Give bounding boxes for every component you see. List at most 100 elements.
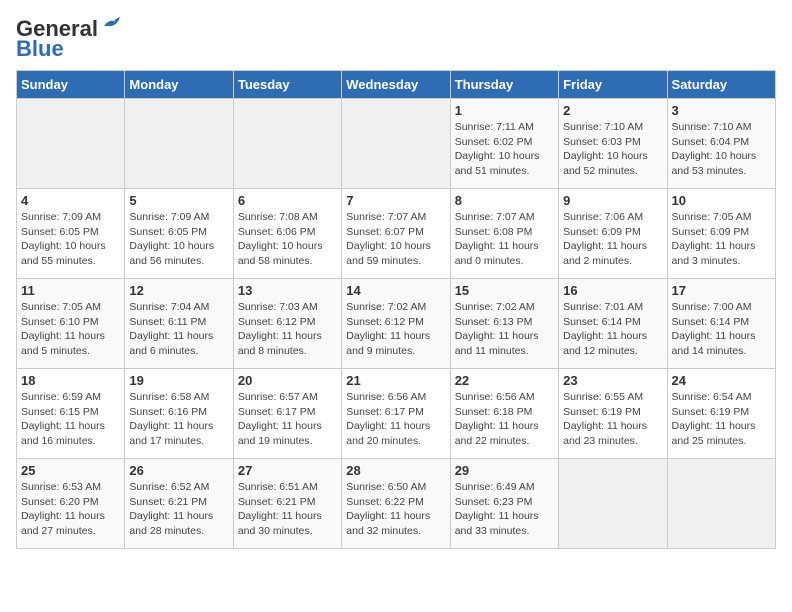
day-number: 13 xyxy=(238,283,337,298)
day-of-week-header: Wednesday xyxy=(342,71,450,99)
calendar-cell: 12 Sunrise: 7:04 AM Sunset: 6:11 PM Dayli… xyxy=(125,279,233,369)
day-info: Sunrise: 7:10 AM Sunset: 6:04 PM Dayligh… xyxy=(672,120,771,179)
day-info: Sunrise: 6:53 AM Sunset: 6:20 PM Dayligh… xyxy=(21,480,120,539)
calendar-cell xyxy=(559,459,667,549)
day-number: 16 xyxy=(563,283,662,298)
day-number: 7 xyxy=(346,193,445,208)
calendar-cell: 4 Sunrise: 7:09 AM Sunset: 6:05 PM Daylig… xyxy=(17,189,125,279)
header: General Blue xyxy=(16,16,776,62)
day-number: 9 xyxy=(563,193,662,208)
calendar-cell: 6 Sunrise: 7:08 AM Sunset: 6:06 PM Daylig… xyxy=(233,189,341,279)
day-number: 4 xyxy=(21,193,120,208)
day-number: 22 xyxy=(455,373,554,388)
calendar-cell: 14 Sunrise: 7:02 AM Sunset: 6:12 PM Dayli… xyxy=(342,279,450,369)
calendar-cell: 17 Sunrise: 7:00 AM Sunset: 6:14 PM Dayli… xyxy=(667,279,775,369)
calendar-cell: 18 Sunrise: 6:59 AM Sunset: 6:15 PM Dayli… xyxy=(17,369,125,459)
calendar-cell xyxy=(342,99,450,189)
day-of-week-header: Sunday xyxy=(17,71,125,99)
day-number: 3 xyxy=(672,103,771,118)
day-of-week-header: Friday xyxy=(559,71,667,99)
day-info: Sunrise: 6:54 AM Sunset: 6:19 PM Dayligh… xyxy=(672,390,771,449)
day-info: Sunrise: 7:02 AM Sunset: 6:12 PM Dayligh… xyxy=(346,300,445,359)
calendar-cell: 25 Sunrise: 6:53 AM Sunset: 6:20 PM Dayli… xyxy=(17,459,125,549)
day-number: 11 xyxy=(21,283,120,298)
day-info: Sunrise: 6:56 AM Sunset: 6:18 PM Dayligh… xyxy=(455,390,554,449)
day-number: 23 xyxy=(563,373,662,388)
day-info: Sunrise: 7:05 AM Sunset: 6:10 PM Dayligh… xyxy=(21,300,120,359)
day-info: Sunrise: 7:03 AM Sunset: 6:12 PM Dayligh… xyxy=(238,300,337,359)
calendar-cell xyxy=(125,99,233,189)
day-number: 1 xyxy=(455,103,554,118)
calendar-cell xyxy=(17,99,125,189)
day-info: Sunrise: 6:59 AM Sunset: 6:15 PM Dayligh… xyxy=(21,390,120,449)
calendar-cell: 15Sunrise: 7:02 AM Sunset: 6:13 PM Dayli… xyxy=(450,279,558,369)
day-info: Sunrise: 7:06 AM Sunset: 6:09 PM Dayligh… xyxy=(563,210,662,269)
day-info: Sunrise: 7:07 AM Sunset: 6:07 PM Dayligh… xyxy=(346,210,445,269)
day-info: Sunrise: 7:04 AM Sunset: 6:11 PM Dayligh… xyxy=(129,300,228,359)
calendar-cell: 26 Sunrise: 6:52 AM Sunset: 6:21 PM Dayli… xyxy=(125,459,233,549)
day-info: Sunrise: 7:09 AM Sunset: 6:05 PM Dayligh… xyxy=(129,210,228,269)
calendar-cell: 23 Sunrise: 6:55 AM Sunset: 6:19 PM Dayli… xyxy=(559,369,667,459)
day-number: 14 xyxy=(346,283,445,298)
calendar-cell: 8 Sunrise: 7:07 AM Sunset: 6:08 PM Daylig… xyxy=(450,189,558,279)
calendar-cell: 16 Sunrise: 7:01 AM Sunset: 6:14 PM Dayli… xyxy=(559,279,667,369)
day-info: Sunrise: 7:05 AM Sunset: 6:09 PM Dayligh… xyxy=(672,210,771,269)
day-of-week-header: Saturday xyxy=(667,71,775,99)
day-info: Sunrise: 6:49 AM Sunset: 6:23 PM Dayligh… xyxy=(455,480,554,539)
day-of-week-header: Tuesday xyxy=(233,71,341,99)
logo-blue: Blue xyxy=(16,36,64,62)
day-number: 20 xyxy=(238,373,337,388)
calendar-cell: 2 Sunrise: 7:10 AM Sunset: 6:03 PM Daylig… xyxy=(559,99,667,189)
day-info: Sunrise: 7:00 AM Sunset: 6:14 PM Dayligh… xyxy=(672,300,771,359)
day-info: Sunrise: 7:07 AM Sunset: 6:08 PM Dayligh… xyxy=(455,210,554,269)
day-info: Sunrise: 6:50 AM Sunset: 6:22 PM Dayligh… xyxy=(346,480,445,539)
day-number: 18 xyxy=(21,373,120,388)
calendar-cell: 20Sunrise: 6:57 AM Sunset: 6:17 PM Dayli… xyxy=(233,369,341,459)
calendar-cell: 11 Sunrise: 7:05 AM Sunset: 6:10 PM Dayli… xyxy=(17,279,125,369)
calendar-cell: 1 Sunrise: 7:11 AM Sunset: 6:02 PM Daylig… xyxy=(450,99,558,189)
day-number: 21 xyxy=(346,373,445,388)
day-info: Sunrise: 7:01 AM Sunset: 6:14 PM Dayligh… xyxy=(563,300,662,359)
day-number: 12 xyxy=(129,283,228,298)
day-info: Sunrise: 6:51 AM Sunset: 6:21 PM Dayligh… xyxy=(238,480,337,539)
calendar-cell: 29 Sunrise: 6:49 AM Sunset: 6:23 PM Dayli… xyxy=(450,459,558,549)
calendar-cell: 9 Sunrise: 7:06 AM Sunset: 6:09 PM Daylig… xyxy=(559,189,667,279)
logo-bird-icon xyxy=(102,16,124,34)
day-number: 8 xyxy=(455,193,554,208)
day-info: Sunrise: 6:56 AM Sunset: 6:17 PM Dayligh… xyxy=(346,390,445,449)
day-number: 29 xyxy=(455,463,554,478)
calendar-cell: 28 Sunrise: 6:50 AM Sunset: 6:22 PM Dayli… xyxy=(342,459,450,549)
day-info: Sunrise: 7:09 AM Sunset: 6:05 PM Dayligh… xyxy=(21,210,120,269)
calendar-cell: 10Sunrise: 7:05 AM Sunset: 6:09 PM Dayli… xyxy=(667,189,775,279)
day-info: Sunrise: 6:58 AM Sunset: 6:16 PM Dayligh… xyxy=(129,390,228,449)
day-number: 17 xyxy=(672,283,771,298)
day-number: 6 xyxy=(238,193,337,208)
calendar-table: SundayMondayTuesdayWednesdayThursdayFrid… xyxy=(16,70,776,549)
calendar-cell: 3 Sunrise: 7:10 AM Sunset: 6:04 PM Daylig… xyxy=(667,99,775,189)
day-number: 26 xyxy=(129,463,228,478)
calendar-cell: 27 Sunrise: 6:51 AM Sunset: 6:21 PM Dayli… xyxy=(233,459,341,549)
day-info: Sunrise: 7:11 AM Sunset: 6:02 PM Dayligh… xyxy=(455,120,554,179)
day-info: Sunrise: 7:10 AM Sunset: 6:03 PM Dayligh… xyxy=(563,120,662,179)
calendar-cell xyxy=(233,99,341,189)
day-number: 27 xyxy=(238,463,337,478)
calendar-cell xyxy=(667,459,775,549)
day-info: Sunrise: 7:08 AM Sunset: 6:06 PM Dayligh… xyxy=(238,210,337,269)
day-number: 19 xyxy=(129,373,228,388)
calendar-cell: 21 Sunrise: 6:56 AM Sunset: 6:17 PM Dayli… xyxy=(342,369,450,459)
calendar-cell: 19 Sunrise: 6:58 AM Sunset: 6:16 PM Dayli… xyxy=(125,369,233,459)
day-number: 24 xyxy=(672,373,771,388)
day-info: Sunrise: 6:52 AM Sunset: 6:21 PM Dayligh… xyxy=(129,480,228,539)
day-number: 28 xyxy=(346,463,445,478)
day-number: 15 xyxy=(455,283,554,298)
day-info: Sunrise: 6:55 AM Sunset: 6:19 PM Dayligh… xyxy=(563,390,662,449)
calendar-cell: 13 Sunrise: 7:03 AM Sunset: 6:12 PM Dayli… xyxy=(233,279,341,369)
calendar-cell: 22 Sunrise: 6:56 AM Sunset: 6:18 PM Dayli… xyxy=(450,369,558,459)
day-number: 5 xyxy=(129,193,228,208)
day-number: 25 xyxy=(21,463,120,478)
day-of-week-header: Thursday xyxy=(450,71,558,99)
calendar-cell: 24 Sunrise: 6:54 AM Sunset: 6:19 PM Dayli… xyxy=(667,369,775,459)
calendar-cell: 5 Sunrise: 7:09 AM Sunset: 6:05 PM Daylig… xyxy=(125,189,233,279)
day-number: 2 xyxy=(563,103,662,118)
day-of-week-header: Monday xyxy=(125,71,233,99)
